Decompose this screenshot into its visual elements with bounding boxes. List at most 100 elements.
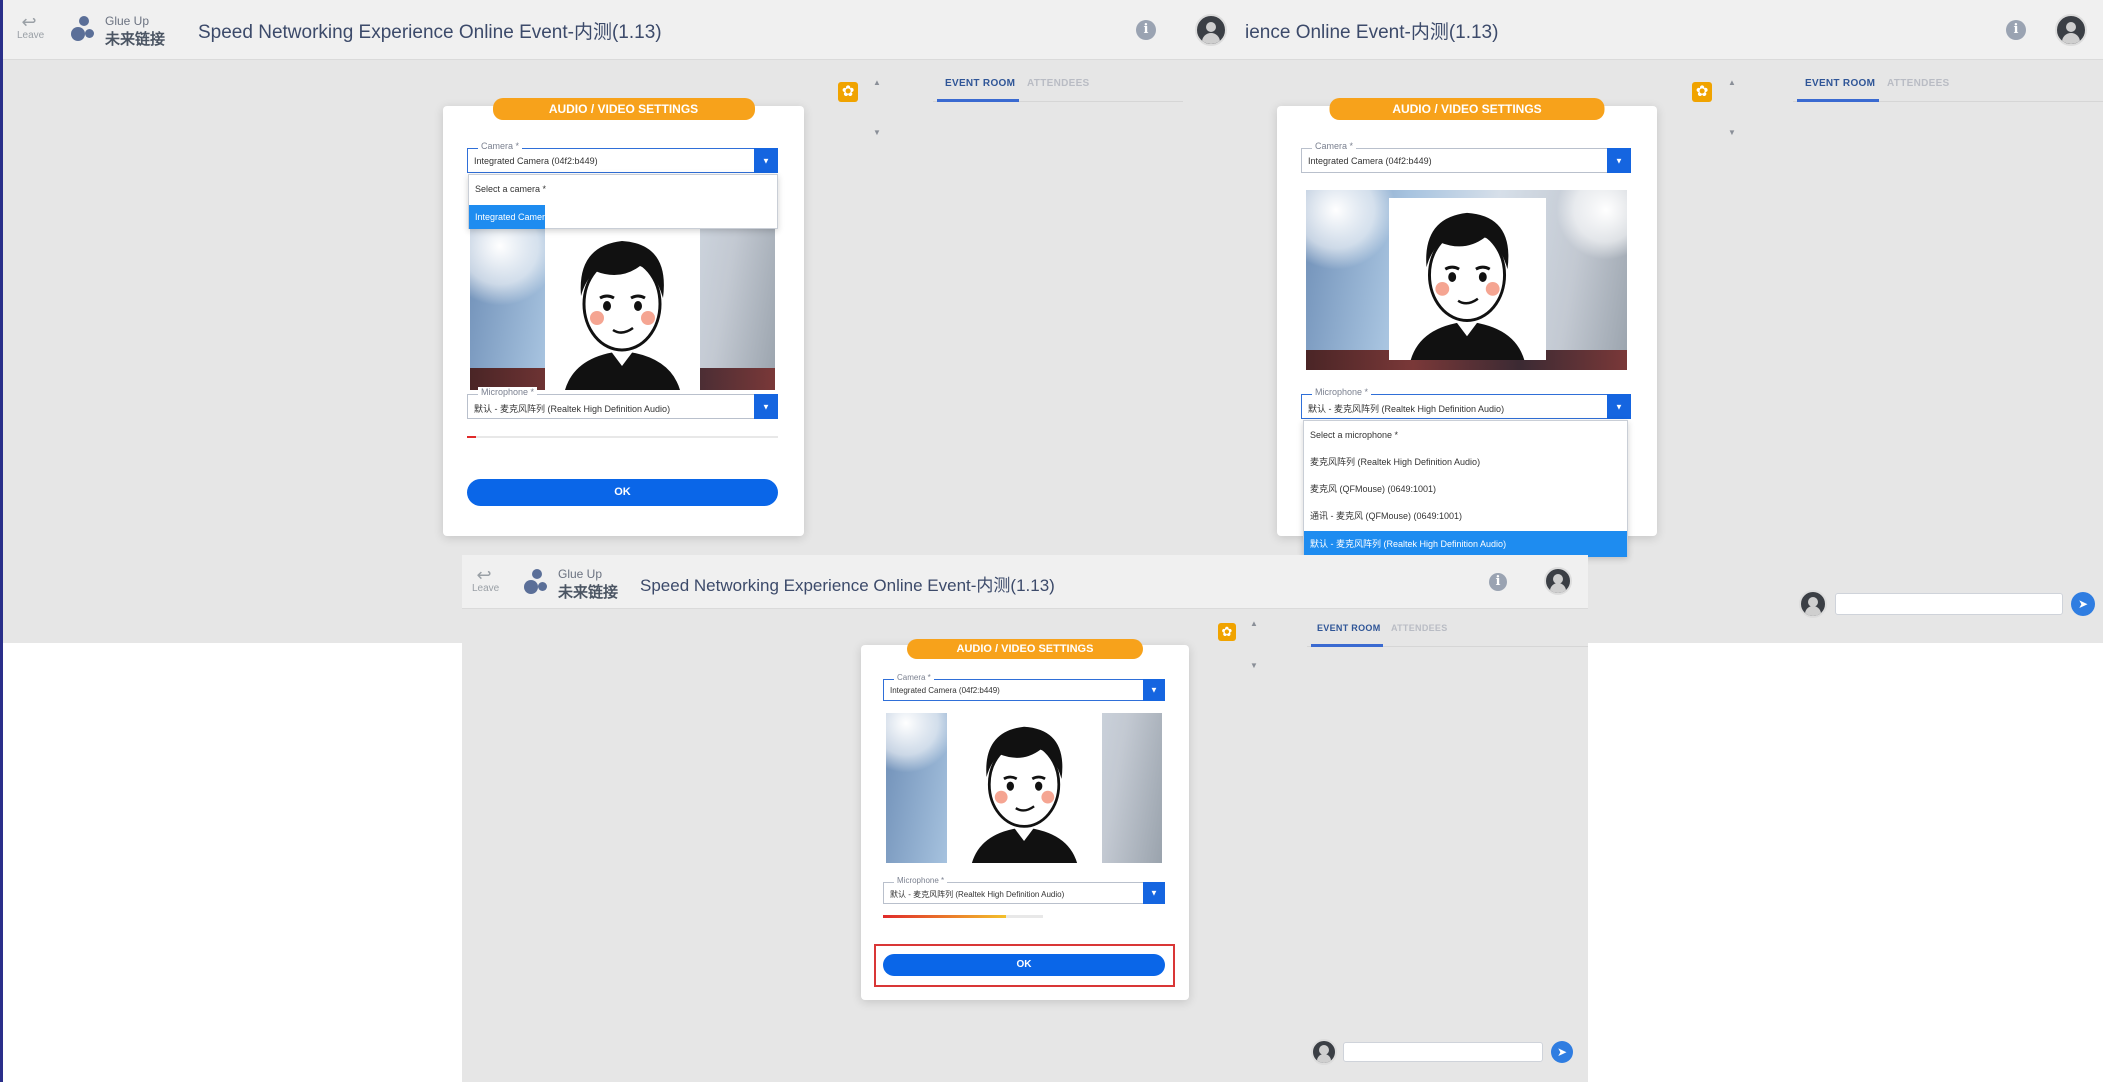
avatar-icon[interactable]: [1195, 14, 1227, 46]
av-settings-dialog: AUDIO / VIDEO SETTINGS Camera * Integrat…: [861, 639, 1189, 1000]
camera-option[interactable]: Integrated Camera (04f2:b449): [469, 205, 545, 229]
microphone-label: Microphone *: [478, 387, 538, 397]
chevron-down-icon[interactable]: ▼: [873, 128, 881, 137]
event-title: Speed Networking Experience Online Event…: [640, 576, 1055, 595]
camera-label: Camera *: [894, 673, 934, 682]
chevron-down-icon[interactable]: ▼: [1250, 661, 1258, 670]
leave-label: Leave: [472, 583, 500, 594]
ok-button[interactable]: OK: [467, 479, 778, 506]
glueup-logo-icon: [69, 16, 99, 46]
camera-select[interactable]: Camera * Integrated Camera (04f2:b449) ▼: [467, 141, 778, 173]
chevron-down-icon: ▼: [762, 156, 770, 165]
camera-dropdown-button[interactable]: ▼: [1143, 679, 1165, 701]
camera-preview: [470, 226, 775, 390]
camera-select[interactable]: Camera * Integrated Camera (04f2:b449) ▼: [1301, 141, 1631, 173]
top-header: ↩ Leave Glue Up 未来链接 Speed Networking Ex…: [462, 555, 1588, 609]
microphone-value: 默认 - 麦克风阵列 (Realtek High Definition Audi…: [1308, 404, 1505, 414]
camera-value: Integrated Camera (04f2:b449): [1308, 156, 1432, 166]
event-window-3: ↩ Leave Glue Up 未来链接 Speed Networking Ex…: [462, 555, 1588, 1082]
mic-level-fill: [467, 436, 477, 438]
leave-arrow-icon: ↩: [21, 12, 37, 32]
chevron-down-icon: ▼: [1615, 402, 1623, 411]
tab-event-room[interactable]: EVENT ROOM: [1805, 78, 1875, 89]
event-window-2: ience Online Event-内测(1.13) i ✿ ▲ ▼ EVEN…: [1183, 0, 2103, 643]
camera-dropdown-button[interactable]: ▼: [754, 148, 778, 173]
side-tabs: EVENT ROOM ATTENDEES: [1307, 611, 1588, 647]
av-settings-dialog: AUDIO / VIDEO SETTINGS Camera * Integrat…: [443, 98, 804, 536]
camera-label: Camera *: [1312, 141, 1357, 151]
chevron-down-icon: ▼: [762, 402, 770, 411]
microphone-option[interactable]: 麦克风 (QFMouse) (0649:1001): [1304, 481, 1627, 497]
avatar-icon: [1311, 1039, 1337, 1065]
camera-preview: [886, 713, 1162, 863]
mic-level-fill: [883, 915, 1007, 918]
microphone-dropdown-button[interactable]: ▼: [754, 394, 778, 419]
gear-icon[interactable]: ✿: [1692, 82, 1712, 102]
tab-attendees[interactable]: ATTENDEES: [1391, 623, 1448, 633]
microphone-option[interactable]: 通讯 - 麦克风 (QFMouse) (0649:1001): [1304, 508, 1627, 524]
microphone-select[interactable]: Microphone * 默认 - 麦克风阵列 (Realtek High De…: [1301, 387, 1631, 419]
dialog-title: AUDIO / VIDEO SETTINGS: [1329, 98, 1605, 120]
gear-icon[interactable]: ✿: [1218, 623, 1236, 641]
side-tabs: EVENT ROOM ATTENDEES: [933, 62, 1183, 102]
logo-text-cn: 未来链接: [558, 584, 619, 601]
chat-input[interactable]: [1835, 593, 2063, 615]
tab-event-room[interactable]: EVENT ROOM: [1317, 623, 1381, 633]
microphone-select[interactable]: Microphone * 默认 - 麦克风阵列 (Realtek High De…: [883, 876, 1165, 904]
microphone-value: 默认 - 麦克风阵列 (Realtek High Definition Audi…: [474, 404, 671, 414]
send-icon[interactable]: ➤: [1551, 1041, 1573, 1063]
glueup-logo-icon: [522, 569, 552, 599]
ok-button-highlight: [874, 944, 1175, 987]
info-icon[interactable]: i: [2006, 20, 2026, 40]
camera-menu-placeholder: Select a camera *: [475, 184, 547, 194]
event-title-cropped: ience Online Event-内测(1.13): [1245, 22, 1499, 43]
leave-button[interactable]: ↩ Leave: [472, 565, 500, 594]
microphone-label: Microphone *: [1312, 387, 1372, 397]
chevron-down-icon: ▼: [1150, 888, 1158, 898]
mic-level-meter: [883, 915, 1043, 918]
avatar-portrait: [1389, 198, 1546, 360]
top-header: ↩ Leave Glue Up 未来链接 Speed Networking Ex…: [3, 0, 1183, 60]
leave-arrow-icon: ↩: [476, 565, 492, 585]
event-title: Speed Networking Experience Online Event…: [198, 22, 662, 43]
chevron-down-icon[interactable]: ▼: [1728, 128, 1736, 137]
chat-bar: ➤: [1307, 1035, 1588, 1071]
avatar-icon[interactable]: [2055, 14, 2087, 46]
info-icon[interactable]: i: [1136, 20, 1156, 40]
avatar-icon[interactable]: [1544, 567, 1572, 595]
chevron-down-icon: ▼: [1615, 156, 1623, 165]
screenshot-collage: ↩ Leave Glue Up 未来链接 Speed Networking Ex…: [0, 0, 2103, 1082]
microphone-option[interactable]: 默认 - 麦克风阵列 (Realtek High Definition Audi…: [1304, 531, 1627, 557]
camera-dropdown-button[interactable]: ▼: [1607, 148, 1631, 173]
tab-event-room[interactable]: EVENT ROOM: [945, 78, 1015, 89]
chevron-up-icon[interactable]: ▲: [1250, 619, 1258, 628]
tab-underline: [1311, 644, 1383, 647]
microphone-dropdown-button[interactable]: ▼: [1143, 882, 1165, 904]
camera-label: Camera *: [478, 141, 523, 151]
microphone-menu-placeholder: Select a microphone *: [1310, 430, 1399, 440]
avatar-icon: [1799, 590, 1827, 618]
logo-text-en: Glue Up: [558, 567, 603, 581]
chevron-up-icon[interactable]: ▲: [873, 78, 881, 87]
chat-bar: ➤: [1793, 586, 2103, 622]
camera-value: Integrated Camera (04f2:b449): [890, 686, 1000, 695]
microphone-option[interactable]: 麦克风阵列 (Realtek High Definition Audio): [1304, 454, 1627, 470]
microphone-dropdown-button[interactable]: ▼: [1607, 394, 1631, 419]
tab-underline: [937, 99, 1019, 102]
chat-input[interactable]: [1343, 1042, 1543, 1062]
tab-attendees[interactable]: ATTENDEES: [1027, 78, 1090, 89]
info-icon[interactable]: i: [1489, 573, 1507, 591]
leave-button[interactable]: ↩ Leave: [17, 12, 44, 41]
camera-select[interactable]: Camera * Integrated Camera (04f2:b449) ▼: [883, 673, 1165, 701]
camera-dropdown-menu: Select a camera * Integrated Camera (04f…: [468, 174, 778, 229]
logo-text-cn: 未来链接: [105, 31, 166, 48]
send-icon[interactable]: ➤: [2071, 592, 2095, 616]
gear-icon[interactable]: ✿: [838, 82, 858, 102]
chevron-up-icon[interactable]: ▲: [1728, 78, 1736, 87]
mic-level-meter: [467, 436, 778, 438]
avatar-portrait: [545, 226, 700, 390]
dialog-title: AUDIO / VIDEO SETTINGS: [492, 98, 755, 120]
event-window-1: ↩ Leave Glue Up 未来链接 Speed Networking Ex…: [3, 0, 1183, 643]
microphone-select[interactable]: Microphone * 默认 - 麦克风阵列 (Realtek High De…: [467, 387, 778, 419]
tab-attendees[interactable]: ATTENDEES: [1887, 78, 1950, 89]
